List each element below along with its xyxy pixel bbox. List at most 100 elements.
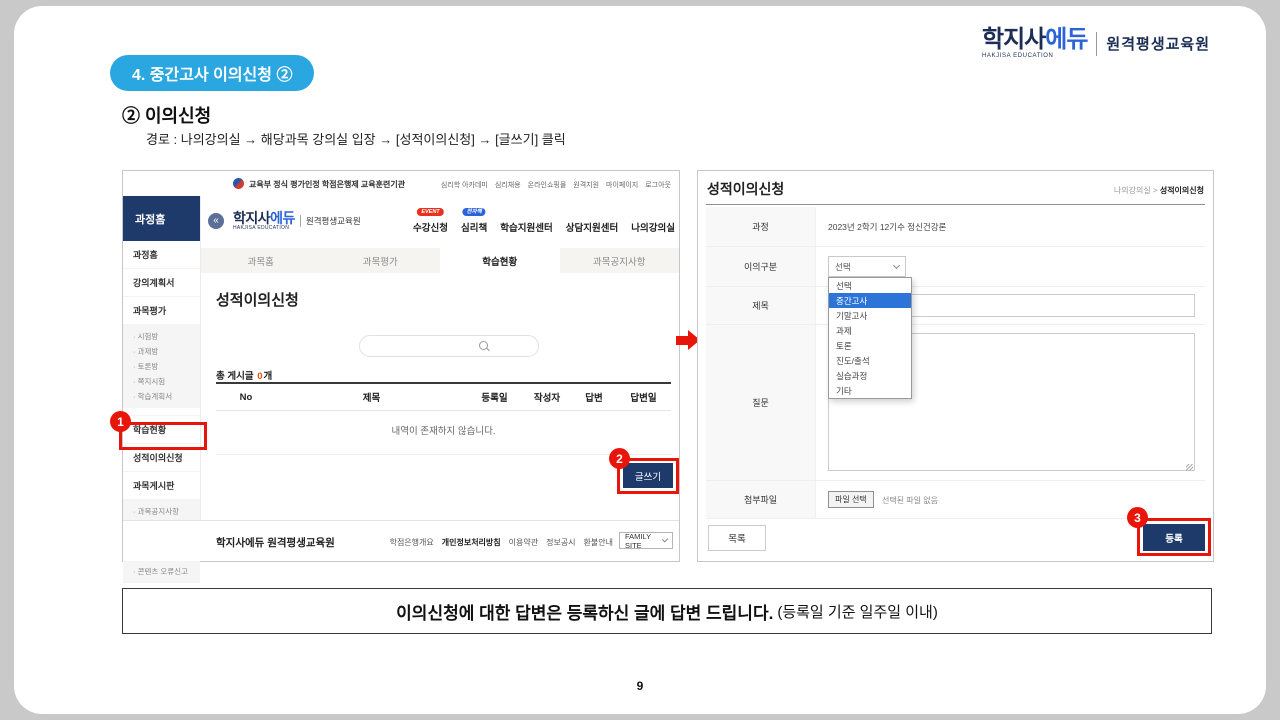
toplink-logout[interactable]: 로그아웃 — [645, 180, 671, 190]
path-description: 경로 : 나의강의실 → 해당과목 강의실 입장 → [성적이의신청] → [글… — [146, 129, 566, 148]
hakjisa-logotype: 학지사에듀 HAKJISA EDUCATION — [982, 28, 1087, 59]
form-title: 성적이의신청 — [707, 179, 784, 199]
dropdown-option-discussion[interactable]: 토론 — [829, 338, 911, 353]
board-title: 성적이의신청 — [216, 289, 299, 310]
file-status-text: 선택된 파일 없음 — [882, 495, 938, 506]
footer-link-credit-bank[interactable]: 학점은행개요 — [390, 537, 434, 548]
dropdown-option-midterm[interactable]: 중간고사 — [829, 293, 911, 308]
lms-logo-division: 원격평생교육원 — [306, 215, 361, 227]
chevron-down-icon — [893, 262, 900, 269]
course-sidebar: 과정홈 과정홈 강의계획서 과목평가 시험방 과제방 토론방 쪽지시험 학습계획… — [123, 196, 201, 561]
lms-logo[interactable]: 학지사에듀 HAKJISA EDUCATION 원격평생교육원 — [233, 211, 361, 231]
logo-subtext: HAKJISA EDUCATION — [982, 53, 1053, 59]
category-select[interactable]: 선택 — [828, 256, 906, 277]
file-select-button[interactable]: 파일 선택 — [828, 491, 874, 508]
dropdown-option-final[interactable]: 기말고사 — [829, 308, 911, 323]
dropdown-option-etc[interactable]: 기타 — [829, 383, 911, 398]
toplink-remote-support[interactable]: 원격지원 — [573, 180, 599, 190]
dropdown-option-practicum[interactable]: 실습과정 — [829, 368, 911, 383]
sidebar-item-course-board[interactable]: 과목게시판 — [123, 472, 200, 500]
logo-division-text: 원격평생교육원 — [1106, 33, 1210, 54]
step-1-marker: 1 — [110, 411, 131, 432]
lms-footer: 학지사에듀 원격평생교육원 학점은행개요 개인정보처리방침 이용약관 정보공시 … — [123, 520, 679, 561]
resize-handle[interactable] — [1186, 464, 1193, 471]
search-icon[interactable] — [479, 341, 490, 352]
form-row-question: 질문 — [706, 325, 1205, 481]
sidebar-subitem-assignment-room[interactable]: 과제방 — [133, 346, 196, 357]
sidebar-item-evaluation[interactable]: 과목평가 — [123, 297, 200, 325]
lms-header: « 학지사에듀 HAKJISA EDUCATION 원격평생교육원 EVENT수… — [201, 196, 679, 248]
sidebar-subitem-study-plan[interactable]: 학습계획서 — [133, 391, 196, 402]
nav-counsel-support[interactable]: 상담지원센터 — [566, 211, 618, 234]
step-2-marker: 2 — [609, 448, 630, 469]
post-count: 0 — [257, 371, 262, 382]
tab-course-notice[interactable]: 과목공지사항 — [560, 248, 680, 273]
logo-text-dark: 학지사 — [982, 26, 1045, 53]
post-total: 총 게시글 0개 — [216, 368, 272, 382]
nav-psych-books[interactable]: 전자책심리책 — [461, 211, 487, 234]
nav-learning-support[interactable]: 학습지원센터 — [500, 211, 552, 234]
dropdown-option-attendance[interactable]: 진도/출석 — [829, 353, 911, 368]
sidebar-subitem-quiz[interactable]: 쪽지시험 — [133, 376, 196, 387]
form-row-subject: 제목 — [706, 287, 1205, 325]
toplink-shop[interactable]: 온라인쇼핑몰 — [528, 180, 567, 190]
sidebar-subitem-notice[interactable]: 과목공지사항 — [133, 506, 196, 517]
board-search-input[interactable] — [370, 338, 484, 356]
tab-course-home[interactable]: 과목홈 — [201, 248, 321, 273]
form-row-course: 과정 2023년 2학기 12기수 정신건강론 — [706, 207, 1205, 247]
event-badge: EVENT — [417, 208, 443, 216]
utility-topbar: 교육부 정식 평가인정 학점은행제 교육훈련기관 심리학 아카데미 심리채용 온… — [123, 171, 679, 197]
lms-logo-subtext: HAKJISA EDUCATION — [233, 225, 289, 231]
board-empty-message: 내역이 존재하지 않습니다. — [216, 423, 671, 437]
lms-logo-divider — [300, 215, 301, 227]
sidebar-item-course-home[interactable]: 과정홈 — [123, 241, 200, 269]
footer-links: 학점은행개요 개인정보처리방침 이용약관 정보공시 환불안내 — [390, 537, 613, 548]
board-table-header: No 제목 등록일 작성자 답변 답변일 — [216, 382, 671, 411]
step-3-marker: 3 — [1127, 507, 1148, 528]
lms-screenshot: 교육부 정식 평가인정 학점은행제 교육훈련기관 심리학 아카데미 심리채용 온… — [122, 170, 680, 562]
tab-progress[interactable]: 학습현황 — [440, 248, 560, 273]
lms-logo-text-dark: 학지사 — [233, 210, 270, 226]
toplink-mypage[interactable]: 마이페이지 — [606, 180, 638, 190]
slide-canvas: 학지사에듀 HAKJISA EDUCATION 원격평생교육원 4. 중간고사 … — [0, 0, 1280, 720]
sidebar-evaluation-submenu: 시험방 과제방 토론방 쪽지시험 학습계획서 — [123, 325, 200, 408]
tab-course-evaluation[interactable]: 과목평가 — [321, 248, 441, 273]
ebook-badge: 전자책 — [463, 208, 486, 216]
sidebar-course-home-header[interactable]: 과정홈 — [123, 196, 200, 241]
course-tabs: 과목홈 과목평가 학습현황 과목공지사항 — [201, 248, 679, 273]
family-site-select[interactable]: FAMILY SITE — [619, 532, 673, 549]
collapse-sidebar-button[interactable]: « — [208, 213, 224, 229]
sidebar-subitem-discussion-room[interactable]: 토론방 — [133, 361, 196, 372]
form-row-category: 이의구분 선택 — [706, 247, 1205, 287]
main-nav: EVENT수강신청 전자책심리책 학습지원센터 상담지원센터 나의강의실 — [413, 196, 675, 248]
footer-brand: 학지사에듀 원격평생교육원 — [216, 535, 335, 550]
sidebar-item-syllabus[interactable]: 강의계획서 — [123, 269, 200, 297]
section-badge: 4. 중간고사 이의신청 ② — [110, 55, 314, 91]
category-dropdown: 선택 중간고사 기말고사 과제 토론 진도/출석 실습과정 기타 — [828, 277, 912, 399]
list-button[interactable]: 목록 — [708, 525, 766, 551]
toplink-psych-academy[interactable]: 심리학 아카데미 — [441, 180, 488, 190]
dropdown-option-select[interactable]: 선택 — [829, 278, 911, 293]
nav-enrollment[interactable]: EVENT수강신청 — [413, 211, 448, 234]
nav-my-classroom[interactable]: 나의강의실 — [631, 211, 675, 234]
certification-text: 교육부 정식 평가인정 학점은행제 교육훈련기관 — [249, 179, 405, 190]
footer-link-privacy[interactable]: 개인정보처리방침 — [442, 537, 501, 548]
sidebar-subitem-exam-room[interactable]: 시험방 — [133, 331, 196, 342]
board-divider — [216, 454, 671, 455]
footer-link-disclosure[interactable]: 정보공시 — [546, 537, 575, 548]
note-box: 이의신청에 대한 답변은 등록하신 글에 답변 드립니다.(등록일 기준 일주일… — [122, 588, 1212, 634]
highlight-box-objection — [119, 422, 207, 450]
section-heading: ② 이의신청 — [122, 102, 211, 128]
logo-text-blue: 에듀 — [1045, 26, 1087, 53]
sidebar-subitem-error-report[interactable]: 콘텐츠 오류신고 — [133, 566, 196, 577]
footer-link-refund[interactable]: 환불안내 — [584, 537, 613, 548]
form-screenshot: 성적이의신청 나의강의실 > 성적이의신청 과정 2023년 2학기 12기수 … — [697, 170, 1214, 562]
toplink-psych-jobs[interactable]: 심리채용 — [495, 180, 521, 190]
board-search — [359, 335, 539, 357]
logo-divider — [1096, 32, 1097, 56]
dropdown-option-assignment[interactable]: 과제 — [829, 323, 911, 338]
footer-link-terms[interactable]: 이용약관 — [509, 537, 538, 548]
hakjisa-logo: 학지사에듀 HAKJISA EDUCATION 원격평생교육원 — [982, 28, 1210, 59]
lms-logo-text-blue: 에듀 — [270, 210, 295, 226]
course-value: 2023년 2학기 12기수 정신건강론 — [828, 221, 946, 233]
